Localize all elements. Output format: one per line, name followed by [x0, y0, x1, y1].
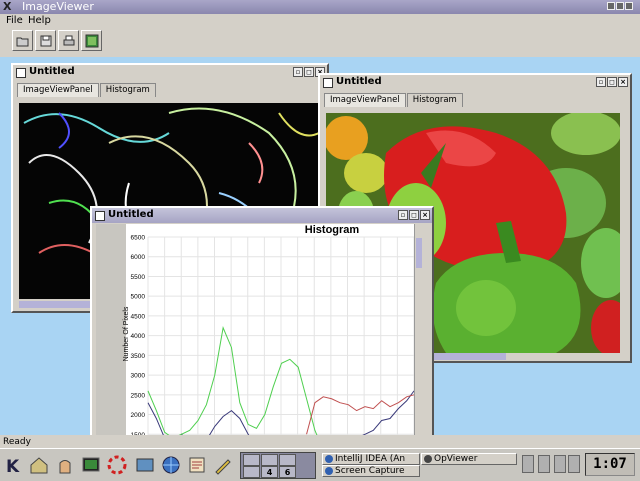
- app-window-controls[interactable]: [606, 2, 636, 11]
- close-icon[interactable]: ×: [618, 77, 628, 87]
- open-button[interactable]: [12, 30, 33, 51]
- app-title: ImageViewer: [22, 0, 94, 13]
- toolbar: [0, 27, 640, 58]
- volume-icon[interactable]: [568, 455, 580, 473]
- window-titlebar[interactable]: Untitled ▫ ◻ ×: [320, 75, 630, 90]
- taskbar: K 4 6 IntelliJ IDEA (An Screen Capture O…: [0, 448, 640, 481]
- status-bar: Ready: [0, 435, 640, 448]
- iconify-icon[interactable]: ▫: [596, 77, 606, 87]
- lifebuoy-icon[interactable]: [106, 454, 128, 476]
- tab-histogram[interactable]: Histogram: [99, 83, 156, 97]
- window-icon: [95, 211, 105, 221]
- screen-capture-icon: [325, 467, 333, 475]
- print-button[interactable]: [58, 30, 79, 51]
- kde-k-icon[interactable]: K: [2, 454, 24, 476]
- y-tick-label: 5000: [131, 294, 146, 301]
- minimize-icon[interactable]: [607, 2, 615, 10]
- desktop-pane: Untitled ▫◻× ImageViewPanel Histogram: [0, 57, 640, 435]
- y-axis-label: Number Of Pixels: [123, 306, 130, 361]
- terminal-icon[interactable]: [80, 454, 102, 476]
- pager-desk-3[interactable]: [279, 454, 296, 466]
- pager-desk-2[interactable]: [261, 454, 278, 466]
- pen-icon[interactable]: [212, 454, 234, 476]
- pager-desk-4[interactable]: 4: [261, 466, 278, 478]
- histogram-svg: Histogram Number Of Pixels 6500 6000 5500 5…: [96, 224, 415, 435]
- save-icon: [40, 35, 51, 46]
- y-tick-label: 6000: [131, 254, 146, 261]
- window-icon: [323, 78, 333, 88]
- tab-strip: ImageViewPanel Histogram: [17, 83, 157, 97]
- close-icon[interactable]: [625, 2, 633, 10]
- task-intellij[interactable]: IntelliJ IDEA (An: [322, 453, 420, 465]
- hand-icon[interactable]: [54, 454, 76, 476]
- iconify-icon[interactable]: ▫: [293, 67, 303, 77]
- y-tick-label: 2000: [131, 412, 146, 419]
- y-tick-label: 4000: [131, 333, 146, 340]
- task-label: Screen Capture: [335, 466, 405, 476]
- power-icon[interactable]: [522, 455, 534, 473]
- battery-icon[interactable]: [538, 455, 550, 473]
- y-tick-label: 6500: [131, 235, 146, 242]
- histogram-chart: Histogram Number Of Pixels 6500 6000 5500 5…: [96, 224, 422, 435]
- editor-icon[interactable]: [186, 454, 208, 476]
- window-title: Untitled: [336, 76, 382, 87]
- iconify-icon[interactable]: ▫: [398, 210, 408, 220]
- window-titlebar[interactable]: Untitled ▫ ◻ ×: [13, 65, 327, 80]
- tab-histogram[interactable]: Histogram: [406, 93, 463, 107]
- maximize-icon[interactable]: [616, 2, 624, 10]
- image-button[interactable]: [81, 30, 102, 51]
- vertical-scrollbar[interactable]: [414, 224, 422, 435]
- task-opviewer[interactable]: OpViewer: [421, 453, 517, 465]
- image-icon: [85, 34, 98, 47]
- close-icon[interactable]: ×: [420, 210, 430, 220]
- x-app-icon: [424, 455, 432, 463]
- task-label: OpViewer: [434, 454, 478, 464]
- tab-imageviewpanel[interactable]: ImageViewPanel: [17, 83, 99, 97]
- pager-desk-6[interactable]: 6: [279, 466, 296, 478]
- internal-window-histogram[interactable]: Untitled ▫ ◻ × Histogram Number Of Pixels …: [90, 206, 434, 435]
- y-tick-label: 4500: [131, 313, 146, 320]
- task-screen-capture[interactable]: Screen Capture: [322, 465, 420, 477]
- y-tick-label: 2500: [131, 392, 146, 399]
- chart-title: Histogram: [305, 224, 360, 236]
- maximize-icon[interactable]: ◻: [304, 67, 314, 77]
- save-button[interactable]: [35, 30, 56, 51]
- open-icon: [16, 37, 28, 46]
- status-text: Ready: [3, 437, 31, 447]
- desktop-pager[interactable]: 4 6: [240, 452, 316, 479]
- menu-file[interactable]: File: [6, 15, 23, 26]
- menubar: File Help: [0, 14, 640, 27]
- x-logo-icon: X: [3, 0, 12, 13]
- task-label: IntelliJ IDEA (An: [335, 454, 406, 464]
- tab-imageviewpanel[interactable]: ImageViewPanel: [324, 93, 406, 107]
- clipboard-icon[interactable]: [554, 455, 566, 473]
- series-line-1: [147, 325, 318, 435]
- pager-desk-1[interactable]: [243, 454, 260, 466]
- window-icon: [16, 68, 26, 78]
- maximize-icon[interactable]: ◻: [607, 77, 617, 87]
- window-title: Untitled: [108, 209, 154, 220]
- svg-text:K: K: [6, 457, 20, 475]
- intellij-icon: [325, 455, 333, 463]
- y-tick-label: 3500: [131, 353, 146, 360]
- clock[interactable]: 1:07: [585, 453, 635, 476]
- maximize-icon[interactable]: ◻: [409, 210, 419, 220]
- globe-icon[interactable]: [160, 454, 182, 476]
- app-titlebar: X ImageViewer: [0, 0, 640, 14]
- home-icon[interactable]: [28, 454, 50, 476]
- network-icon[interactable]: [134, 454, 156, 476]
- tab-strip: ImageViewPanel Histogram: [324, 93, 464, 107]
- window-titlebar[interactable]: Untitled ▫ ◻ ×: [92, 208, 432, 223]
- pager-desk-5[interactable]: [243, 466, 260, 478]
- y-tick-label: 3000: [131, 373, 146, 380]
- menu-help[interactable]: Help: [28, 15, 51, 26]
- y-tick-label: 5500: [131, 274, 146, 281]
- print-icon: [63, 35, 74, 45]
- window-title: Untitled: [29, 66, 75, 77]
